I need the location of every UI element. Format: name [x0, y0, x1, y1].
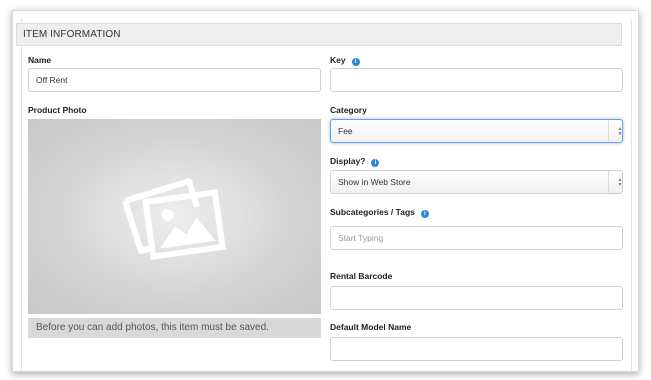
display-label: Display? i	[330, 156, 380, 167]
image-placeholder-icon	[122, 178, 226, 260]
subcategories-tags-input[interactable]: Start Typing	[330, 226, 623, 250]
display-label-text: Display?	[330, 156, 366, 166]
info-icon[interactable]: i	[420, 210, 429, 218]
display-selected-value: Show in Web Store	[338, 177, 411, 187]
info-icon[interactable]: i	[371, 159, 380, 167]
chevron-down-icon[interactable]: ▲▼	[608, 120, 623, 142]
default-model-name-field[interactable]	[330, 337, 623, 361]
info-icon[interactable]: i	[351, 58, 360, 66]
rental-barcode-field[interactable]	[330, 286, 623, 310]
default-model-name-label: Default Model Name	[330, 322, 412, 332]
subcategories-label: Subcategories / Tags i	[330, 207, 429, 218]
key-label-text: Key	[330, 55, 346, 65]
product-photo-area	[28, 119, 321, 314]
subcategories-label-text: Subcategories / Tags	[330, 207, 415, 217]
section-header: ITEM INFORMATION	[16, 23, 622, 46]
category-select[interactable]: Fee ▲▼	[330, 119, 623, 143]
key-label: Key i	[330, 55, 360, 66]
product-photo-label: Product Photo	[28, 105, 87, 115]
name-label: Name	[28, 55, 52, 65]
rental-barcode-label: Rental Barcode	[330, 271, 393, 281]
name-field[interactable]: Off Rent	[28, 68, 321, 92]
category-selected-value: Fee	[338, 126, 353, 136]
chevron-down-icon[interactable]: ▲▼	[608, 171, 623, 193]
photo-save-notice: Before you can add photos, this item mus…	[28, 318, 321, 338]
key-field[interactable]	[330, 68, 623, 92]
category-label: Category	[330, 105, 367, 115]
display-select[interactable]: Show in Web Store ▲▼	[330, 170, 623, 194]
